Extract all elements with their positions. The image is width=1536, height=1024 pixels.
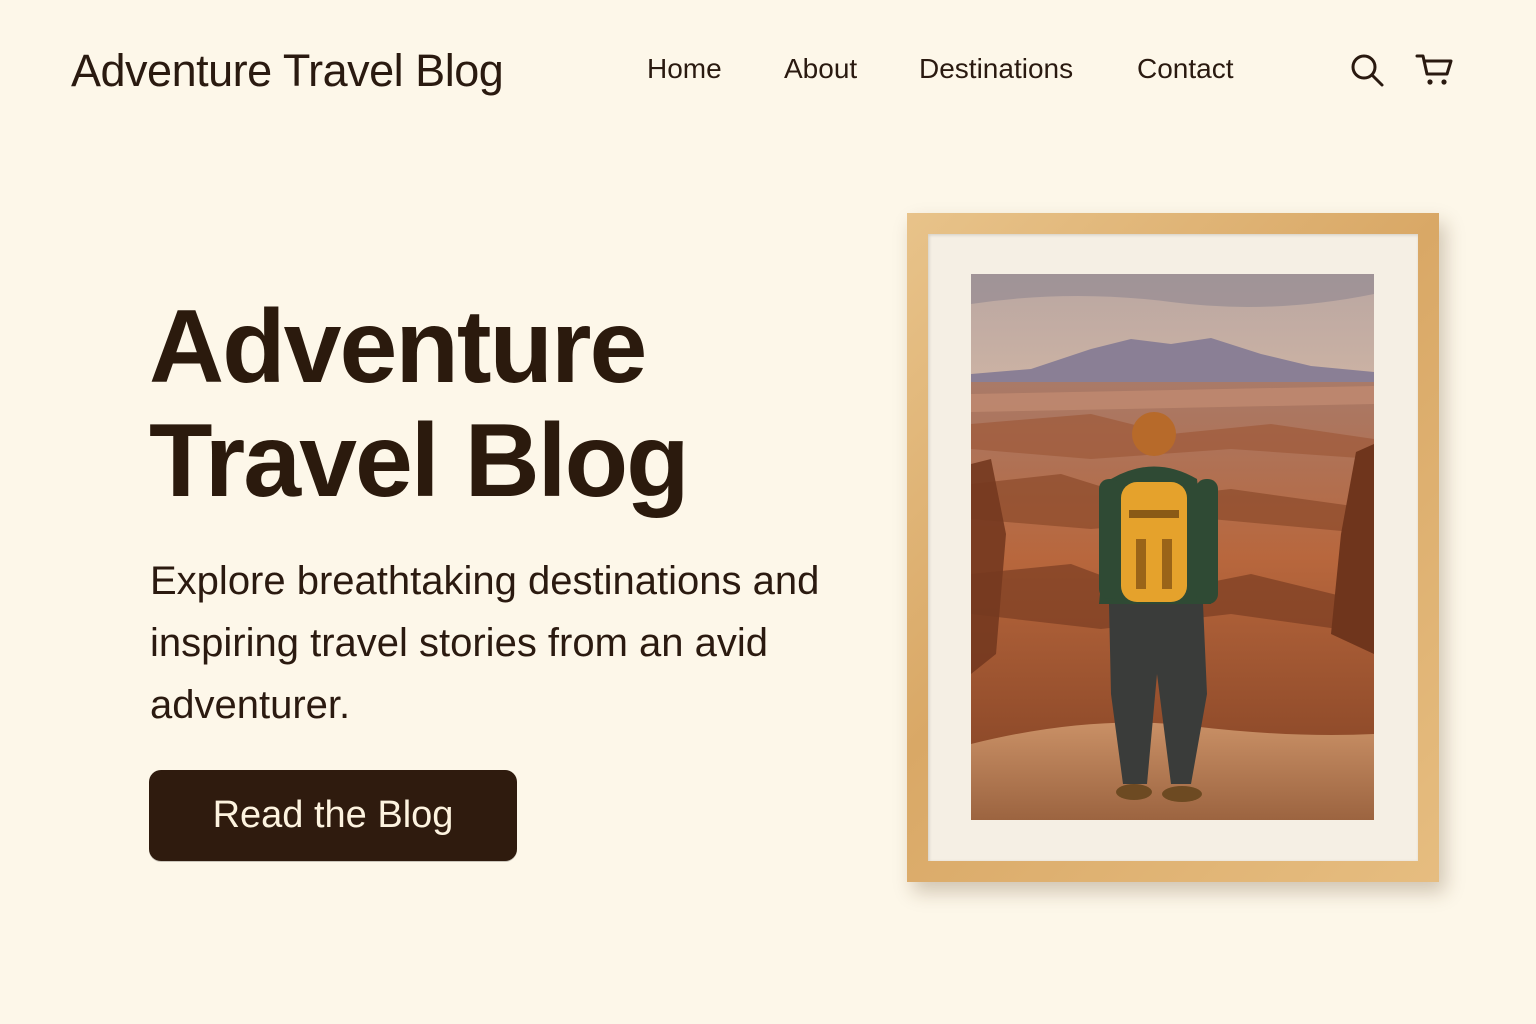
- hero-title-line-1: Adventure: [149, 289, 647, 405]
- hero-photo: [971, 274, 1374, 820]
- hero-subtitle: Explore breathtaking destinations and in…: [150, 559, 820, 727]
- site-logo[interactable]: Adventure Travel Blog: [71, 44, 504, 98]
- hiker-canyon-illustration: [971, 274, 1374, 820]
- nav-home[interactable]: Home: [647, 51, 722, 87]
- picture-frame: [907, 213, 1439, 882]
- cart-icon: [1415, 54, 1453, 85]
- cart-button[interactable]: [1415, 50, 1455, 90]
- read-blog-button[interactable]: Read the Blog: [149, 770, 517, 861]
- picture-mat: [928, 234, 1418, 861]
- site-header: Adventure Travel Blog Home About Destina…: [0, 0, 1536, 140]
- search-button[interactable]: [1347, 50, 1387, 90]
- nav-destinations[interactable]: Destinations: [919, 51, 1073, 87]
- search-icon: [1351, 54, 1384, 87]
- nav-about[interactable]: About: [784, 51, 857, 87]
- hero-title-line-2: Travel Blog: [149, 403, 690, 519]
- nav-contact[interactable]: Contact: [1137, 51, 1234, 87]
- hero-title: Adventure Travel Blog: [149, 289, 690, 519]
